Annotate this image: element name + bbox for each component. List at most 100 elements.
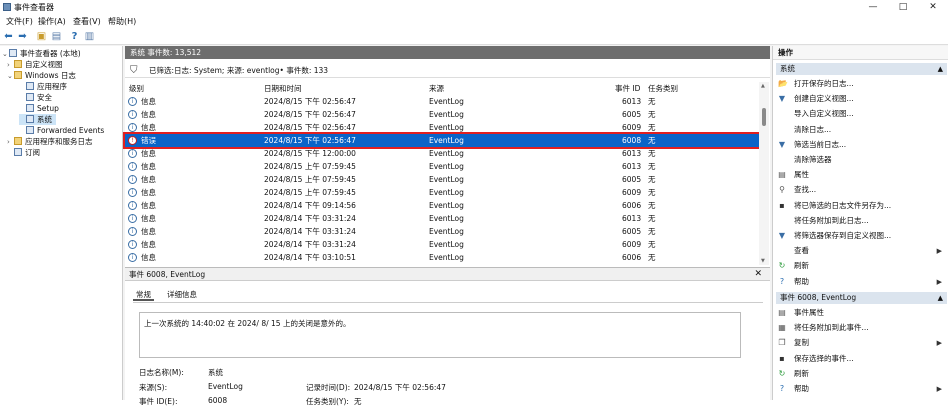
row-level: 信息: [141, 149, 156, 158]
action-item[interactable]: ▪ 将已筛选的日志文件另存为...: [778, 199, 946, 213]
close-icon[interactable]: ✕: [754, 268, 762, 281]
action-item[interactable]: 查看 ▶: [778, 244, 946, 258]
table-row[interactable]: i 信息 2024/8/14 下午 03:10:51 EventLog 6006 无: [125, 251, 760, 264]
chevron-right-icon: ▶: [936, 247, 942, 256]
action-item[interactable]: ↻ 刷新: [778, 259, 946, 273]
action-item[interactable]: ▼ 筛选当前日志...: [778, 138, 946, 152]
column-source[interactable]: 来源: [429, 83, 444, 94]
table-row[interactable]: i 信息 2024/8/15 上午 07:59:45 EventLog 6009 无: [125, 186, 760, 199]
table-row[interactable]: i 信息 2024/8/15 上午 07:59:45 EventLog 6005 无: [125, 173, 760, 186]
table-row[interactable]: i 信息 2024/8/15 下午 12:00:00 EventLog 6013 无: [125, 147, 760, 160]
action-item[interactable]: ❐ 复制 ▶: [778, 336, 946, 350]
action-item[interactable]: ? 帮助 ▶: [778, 275, 946, 289]
copy-icon: ❐: [778, 338, 786, 348]
table-row[interactable]: i 信息 2024/8/14 下午 03:31:24 EventLog 6013 无: [125, 212, 760, 225]
logged-label: 记录时间(D):: [306, 383, 351, 392]
table-row[interactable]: i 信息 2024/8/15 下午 02:56:47 EventLog 6005 无: [125, 108, 760, 121]
collapse-icon[interactable]: ▲: [938, 292, 943, 304]
filter-icon: ▼: [778, 139, 786, 149]
row-datetime: 2024/8/15 上午 07:59:45: [264, 175, 356, 184]
tree-item-application[interactable]: 应用程序: [19, 81, 67, 92]
actions-pane: 操作 系统 ▲ 📂 打开保存的日志... ▼ 创建自定义视图... 导入自定义视图... 清…: [772, 46, 948, 400]
tree-item-event-viewer-local[interactable]: ⌄ 事件查看器 (本地): [2, 48, 81, 59]
action-item[interactable]: ? 帮助 ▶: [778, 382, 946, 396]
show-hide-tree-icon[interactable]: ▤: [51, 31, 62, 42]
table-row[interactable]: i 信息 2024/8/14 下午 03:31:24 EventLog 6009 无: [125, 238, 760, 251]
maximize-button[interactable]: □: [888, 0, 918, 14]
row-level: 信息: [141, 175, 156, 184]
event-list-scrollbar[interactable]: ▲ ▼: [759, 82, 769, 265]
up-folder-icon[interactable]: ▣: [36, 31, 47, 42]
action-item[interactable]: ▼ 将筛选器保存到自定义视图...: [778, 229, 946, 243]
action-label: 筛选当前日志...: [794, 139, 847, 149]
column-event-id[interactable]: 事件 ID: [615, 83, 640, 94]
tree-item-app-service-logs[interactable]: › 应用程序和服务日志: [7, 136, 93, 147]
help-icon[interactable]: ?: [69, 31, 80, 42]
row-task-category: 无: [648, 175, 656, 184]
column-datetime[interactable]: 日期和时间: [264, 83, 302, 94]
action-item[interactable]: ▤ 事件属性: [778, 306, 946, 320]
table-row[interactable]: i 信息 2024/8/15 下午 02:56:47 EventLog 6009 无: [125, 121, 760, 134]
action-item[interactable]: ⚲ 查找...: [778, 183, 946, 197]
row-datetime: 2024/8/14 下午 03:31:24: [264, 214, 356, 223]
tab-general[interactable]: 常规: [133, 288, 154, 301]
event-viewer-icon: [9, 49, 17, 57]
actions-section-system[interactable]: 系统 ▲: [776, 63, 947, 75]
table-row[interactable]: i 信息 2024/8/14 下午 03:31:24 EventLog 6005 无: [125, 225, 760, 238]
action-item[interactable]: 📂 打开保存的日志...: [778, 77, 946, 91]
menu-file[interactable]: 文件(F): [6, 16, 33, 27]
log-name-label: 日志名称(M):: [139, 368, 184, 377]
action-item[interactable]: 将任务附加到此日志...: [778, 214, 946, 228]
action-item[interactable]: ↻ 刷新: [778, 367, 946, 381]
scroll-down-icon[interactable]: ▼: [761, 258, 765, 264]
action-item[interactable]: 清除筛选器: [778, 153, 946, 167]
table-row[interactable]: i 信息 2024/8/15 下午 02:56:47 EventLog 6013 无: [125, 95, 760, 108]
tree-item-setup[interactable]: Setup: [19, 103, 59, 114]
collapse-icon[interactable]: ▲: [938, 63, 943, 75]
minimize-button[interactable]: —: [858, 0, 888, 14]
row-level: 信息: [141, 214, 156, 223]
column-task-category[interactable]: 任务类别: [648, 83, 678, 94]
row-level: 信息: [141, 110, 156, 119]
row-event-id: 6013: [622, 97, 642, 106]
row-level: 信息: [141, 201, 156, 210]
action-label: 清除日志...: [794, 124, 832, 134]
row-event-id: 6008: [622, 136, 642, 145]
show-hide-action-pane-icon[interactable]: ▥: [84, 31, 95, 42]
tree-item-security[interactable]: 安全: [19, 92, 52, 103]
action-item[interactable]: ▪ 保存选择的事件...: [778, 352, 946, 366]
action-item[interactable]: ▦ 将任务附加到此事件...: [778, 321, 946, 335]
tree-item-forwarded-events[interactable]: Forwarded Events: [19, 125, 104, 136]
tree-item-windows-logs[interactable]: ⌄ Windows 日志: [7, 70, 76, 81]
row-level: 错误: [141, 136, 156, 145]
tab-details[interactable]: 详细信息: [164, 288, 200, 301]
forward-arrow-icon[interactable]: ➡: [17, 31, 28, 42]
menu-view[interactable]: 查看(V): [73, 16, 101, 27]
tree-item-custom-views[interactable]: › 自定义视图: [7, 59, 63, 70]
table-row[interactable]: i 信息 2024/8/15 上午 07:59:45 EventLog 6013 无: [125, 160, 760, 173]
action-item[interactable]: ▼ 创建自定义视图...: [778, 92, 946, 106]
back-arrow-icon[interactable]: ⬅: [3, 31, 14, 42]
action-item[interactable]: 导入自定义视图...: [778, 107, 946, 121]
column-level[interactable]: 级别: [129, 83, 144, 94]
row-source: EventLog: [429, 136, 464, 145]
menu-help[interactable]: 帮助(H): [108, 16, 136, 27]
table-row[interactable]: ! 错误 2024/8/15 下午 02:56:47 EventLog 6008 无: [123, 132, 762, 149]
scroll-thumb[interactable]: [762, 108, 766, 126]
chevron-down-icon[interactable]: ⌄: [7, 71, 14, 82]
row-level: 信息: [141, 97, 156, 106]
scroll-up-icon[interactable]: ▲: [761, 83, 765, 89]
action-item[interactable]: 清除日志...: [778, 123, 946, 137]
tree-item-system[interactable]: 系统: [19, 114, 56, 125]
tree-item-subscriptions[interactable]: 订阅: [7, 147, 40, 158]
table-row[interactable]: i 信息 2024/8/14 下午 09:14:56 EventLog 6006 无: [125, 199, 760, 212]
folder-icon: [14, 60, 22, 68]
menu-action[interactable]: 操作(A): [38, 16, 66, 27]
event-message[interactable]: 上一次系统的 14:40:02 在 2024/ 8/ 15 上的关闭是意外的。: [139, 312, 741, 358]
row-level: 信息: [141, 240, 156, 249]
close-button[interactable]: ✕: [918, 0, 948, 14]
row-source: EventLog: [429, 110, 464, 119]
action-item[interactable]: ▤ 属性: [778, 168, 946, 182]
info-icon: i: [128, 110, 137, 119]
actions-section-event[interactable]: 事件 6008, EventLog ▲: [776, 292, 947, 304]
